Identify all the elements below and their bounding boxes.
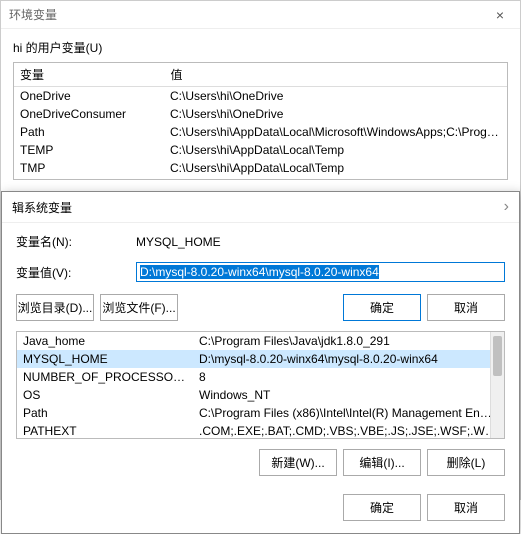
- edit-cancel-button[interactable]: 取消: [427, 294, 505, 321]
- col-header-var[interactable]: 变量: [14, 63, 164, 87]
- scrollbar[interactable]: [490, 332, 504, 438]
- user-vars-label: hi 的用户变量(U): [1, 29, 520, 62]
- edit-sys-var-dialog: 辑系统变量 › 变量名(N): MYSQL_HOME 变量值(V): D:\my…: [1, 191, 520, 534]
- table-row[interactable]: Java_homeC:\Program Files\Java\jdk1.8.0_…: [17, 332, 504, 350]
- edit-ok-button[interactable]: 确定: [343, 294, 421, 321]
- sys-new-button[interactable]: 新建(W)...: [259, 449, 337, 476]
- table-row[interactable]: TEMPC:\Users\hi\AppData\Local\Temp: [14, 141, 507, 159]
- table-row[interactable]: PATHEXT.COM;.EXE;.BAT;.CMD;.VBS;.VBE;.JS…: [17, 422, 504, 439]
- table-row[interactable]: NUMBER_OF_PROCESSORS8: [17, 368, 504, 386]
- table-row[interactable]: OneDriveC:\Users\hi\OneDrive: [14, 87, 507, 106]
- table-row[interactable]: PathC:\Program Files (x86)\Intel\Intel(R…: [17, 404, 504, 422]
- col-header-val[interactable]: 值: [164, 63, 507, 87]
- var-value-selected-text: D:\mysql-8.0.20-winx64\mysql-8.0.20-winx…: [140, 265, 379, 279]
- var-value-label: 变量值(V):: [16, 264, 136, 281]
- var-name-label: 变量名(N):: [16, 233, 136, 250]
- browse-dir-button[interactable]: 浏览目录(D)...: [16, 294, 94, 321]
- var-value-input[interactable]: D:\mysql-8.0.20-winx64\mysql-8.0.20-winx…: [136, 262, 505, 282]
- titlebar: 环境变量 ×: [1, 1, 520, 29]
- env-vars-window: 环境变量 × hi 的用户变量(U) 变量 值 OneDriveC:\Users…: [0, 0, 521, 500]
- browse-file-button[interactable]: 浏览文件(F)...: [100, 294, 178, 321]
- table-row[interactable]: OSWindows_NT: [17, 386, 504, 404]
- main-ok-button[interactable]: 确定: [343, 494, 421, 521]
- close-icon[interactable]: ×: [488, 7, 512, 23]
- sys-vars-table[interactable]: Java_homeC:\Program Files\Java\jdk1.8.0_…: [16, 331, 505, 439]
- window-title: 环境变量: [9, 6, 57, 23]
- chevron-right-icon[interactable]: ›: [504, 198, 509, 216]
- var-name-value[interactable]: MYSQL_HOME: [136, 235, 505, 249]
- edit-dialog-titlebar: 辑系统变量 ›: [2, 192, 519, 223]
- main-cancel-button[interactable]: 取消: [427, 494, 505, 521]
- sys-edit-button[interactable]: 编辑(I)...: [343, 449, 421, 476]
- table-row[interactable]: PathC:\Users\hi\AppData\Local\Microsoft\…: [14, 123, 507, 141]
- table-row[interactable]: OneDriveConsumerC:\Users\hi\OneDrive: [14, 105, 507, 123]
- user-vars-table[interactable]: 变量 值 OneDriveC:\Users\hi\OneDrive OneDri…: [13, 62, 508, 180]
- edit-dialog-title: 辑系统变量: [12, 199, 72, 216]
- table-row[interactable]: TMPC:\Users\hi\AppData\Local\Temp: [14, 159, 507, 177]
- sys-delete-button[interactable]: 删除(L): [427, 449, 505, 476]
- table-row[interactable]: MYSQL_HOMED:\mysql-8.0.20-winx64\mysql-8…: [17, 350, 504, 368]
